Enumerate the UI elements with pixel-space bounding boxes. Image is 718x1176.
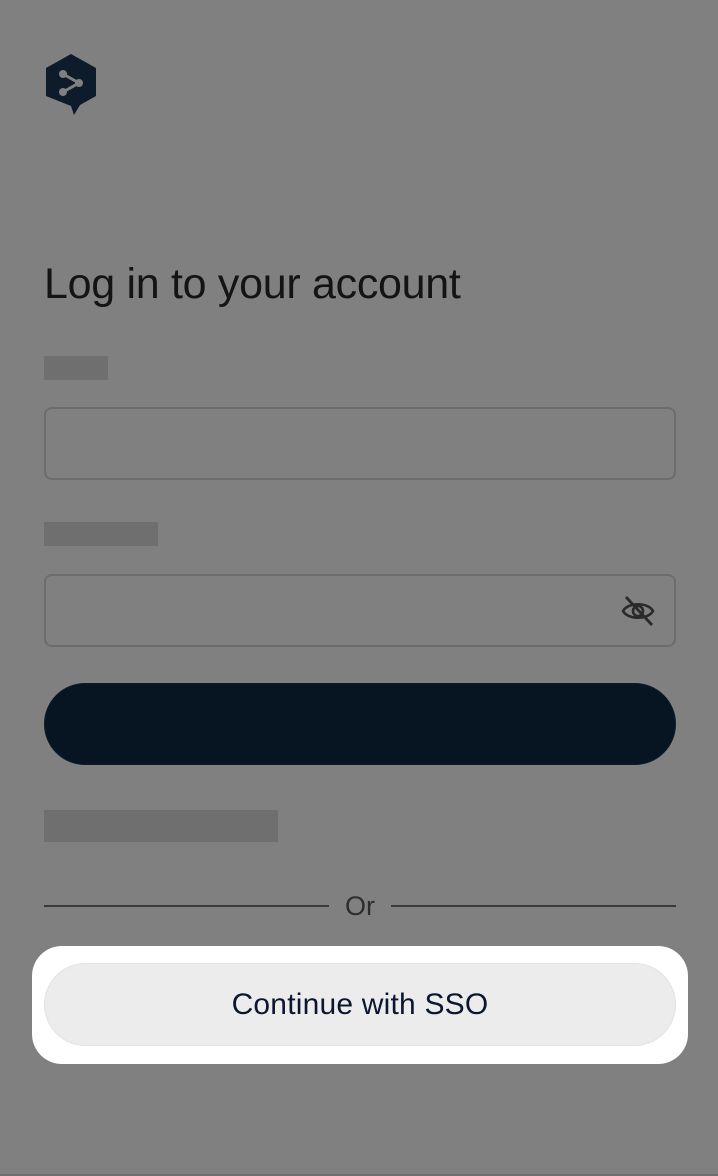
continue-with-sso-button[interactable]: Continue with SSO: [44, 963, 676, 1046]
or-divider: Or: [44, 886, 676, 926]
email-input[interactable]: [46, 409, 674, 478]
app-logo: [44, 52, 98, 116]
password-field[interactable]: [44, 574, 676, 647]
email-label-placeholder: [44, 356, 108, 380]
login-button[interactable]: [44, 683, 676, 765]
divider-line-right: [391, 905, 676, 907]
eye-off-icon[interactable]: [620, 594, 656, 628]
forgot-password-link-placeholder[interactable]: [44, 810, 278, 842]
page-title: Log in to your account: [44, 260, 461, 308]
password-label-placeholder: [44, 522, 158, 546]
deepl-logo-icon: [46, 54, 96, 115]
sso-button-label: Continue with SSO: [231, 987, 489, 1021]
password-input[interactable]: [46, 576, 674, 645]
divider-line-left: [44, 905, 329, 907]
email-field[interactable]: [44, 407, 676, 480]
divider-label: Or: [345, 890, 375, 921]
